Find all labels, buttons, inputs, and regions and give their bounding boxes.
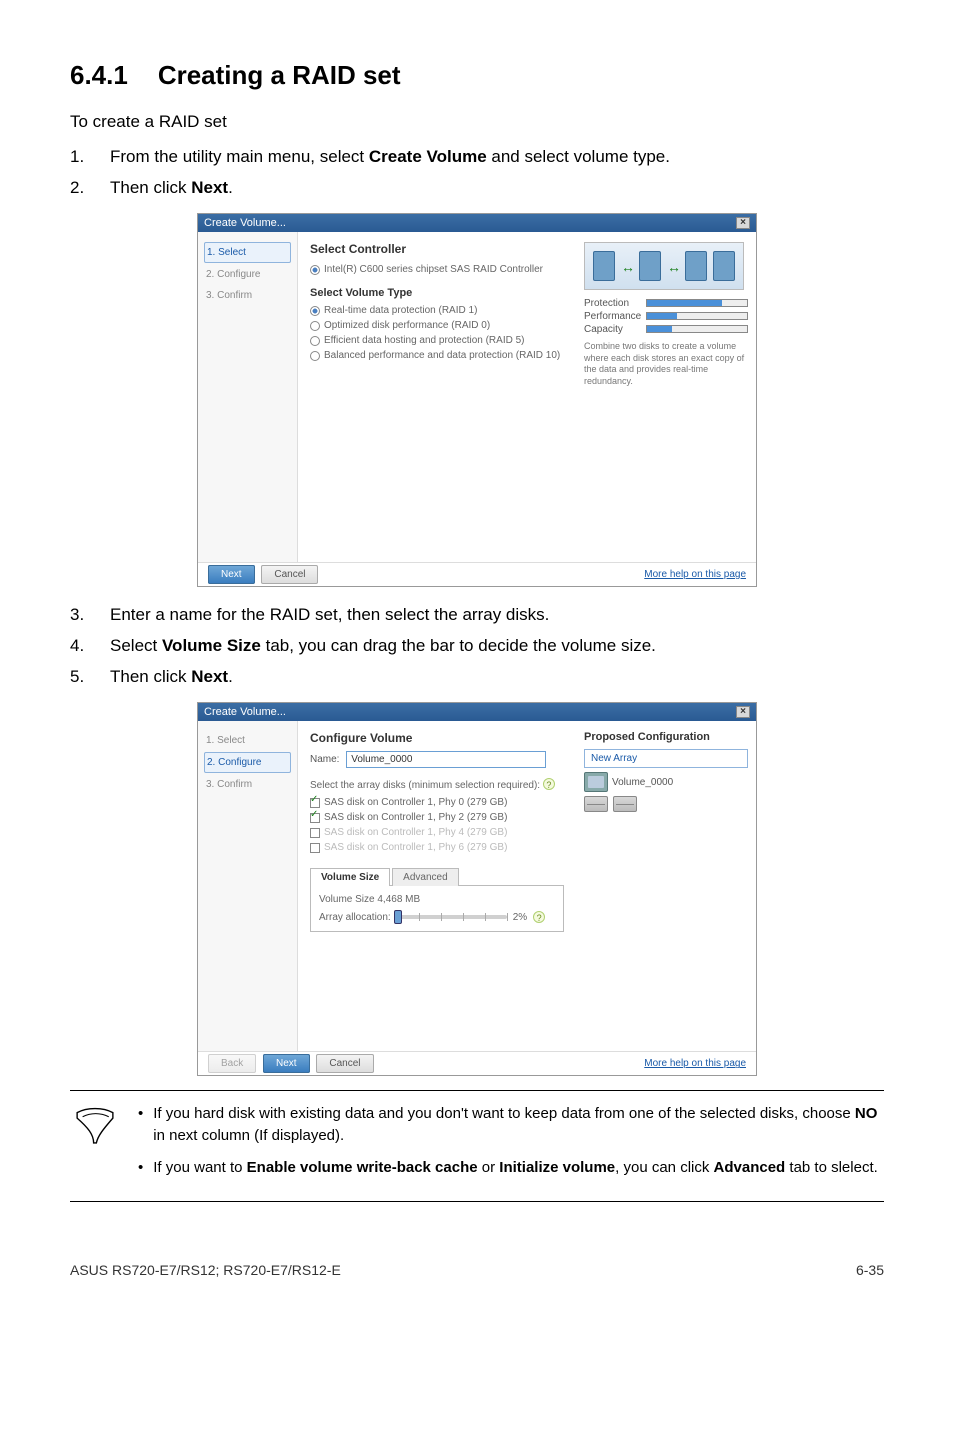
raid-graphic-icon: ↔ ↔ bbox=[584, 242, 744, 290]
wizard-step-configure[interactable]: 2. Configure bbox=[204, 752, 291, 773]
volume-type-note: Combine two disks to create a volume whe… bbox=[584, 341, 748, 388]
cancel-button[interactable]: Cancel bbox=[261, 565, 318, 584]
step-number: 2. bbox=[70, 174, 110, 201]
proposed-config-heading: Proposed Configuration bbox=[584, 731, 748, 743]
volume-name-input[interactable] bbox=[346, 751, 546, 768]
dialog-main: Configure Volume Name: Select the array … bbox=[298, 721, 576, 1051]
wizard-step-confirm: 3. Confirm bbox=[204, 775, 291, 794]
wizard-sidebar: 1. Select 2. Configure 3. Confirm bbox=[198, 721, 298, 1051]
note-list: If you hard disk with existing data and … bbox=[138, 1103, 884, 1188]
note-item: If you want to Enable volume write-back … bbox=[138, 1157, 884, 1179]
proposed-disks bbox=[584, 796, 748, 815]
tab-body: Volume Size 4,468 MB Array allocation: 2… bbox=[310, 886, 564, 932]
select-volume-type-heading: Select Volume Type bbox=[310, 287, 564, 299]
select-controller-heading: Select Controller bbox=[310, 242, 564, 256]
name-label: Name: bbox=[310, 754, 339, 765]
back-button[interactable]: Back bbox=[208, 1054, 256, 1073]
dialog-titlebar: Create Volume... × bbox=[198, 214, 756, 232]
volume-type-raid1[interactable]: Real-time data protection (RAID 1) bbox=[310, 303, 564, 318]
step-text: Then click Next. bbox=[110, 174, 884, 201]
steps-list-b: 3. Enter a name for the RAID set, then s… bbox=[70, 601, 884, 691]
select-disks-label: Select the array disks (minimum selectio… bbox=[310, 778, 564, 791]
configure-volume-heading: Configure Volume bbox=[310, 731, 564, 745]
step-item: 1. From the utility main menu, select Cr… bbox=[70, 143, 884, 170]
cancel-button[interactable]: Cancel bbox=[316, 1054, 373, 1073]
help-icon[interactable]: ? bbox=[533, 911, 545, 923]
next-button[interactable]: Next bbox=[208, 565, 255, 584]
dialog-right-column: ↔ ↔ Protection Performance Capacity Comb… bbox=[576, 232, 756, 562]
protection-meter: Protection bbox=[584, 298, 748, 309]
volume-type-raid0[interactable]: Optimized disk performance (RAID 0) bbox=[310, 318, 564, 333]
close-icon[interactable]: × bbox=[736, 706, 750, 718]
page-footer: ASUS RS720-E7/RS12; RS720-E7/RS12-E 6-35 bbox=[70, 1262, 884, 1278]
note-icon bbox=[70, 1103, 120, 1188]
config-tabs: Volume Size Advanced bbox=[310, 867, 564, 886]
next-button[interactable]: Next bbox=[263, 1054, 310, 1073]
disk-icon bbox=[584, 796, 608, 812]
disk-checkbox-6: SAS disk on Controller 1, Phy 6 (279 GB) bbox=[310, 840, 564, 855]
disk-icon bbox=[613, 796, 637, 812]
note-box: If you hard disk with existing data and … bbox=[70, 1090, 884, 1201]
close-icon[interactable]: × bbox=[736, 217, 750, 229]
wizard-step-select[interactable]: 1. Select bbox=[204, 242, 291, 263]
controller-radio[interactable]: Intel(R) C600 series chipset SAS RAID Co… bbox=[310, 262, 564, 277]
footer-right: 6-35 bbox=[856, 1262, 884, 1278]
dialog-titlebar: Create Volume... × bbox=[198, 703, 756, 721]
volume-icon bbox=[584, 772, 608, 792]
capacity-meter: Capacity bbox=[584, 324, 748, 335]
step-number: 1. bbox=[70, 143, 110, 170]
create-volume-dialog-2: Create Volume... × 1. Select 2. Configur… bbox=[197, 702, 757, 1076]
help-icon[interactable]: ? bbox=[543, 778, 555, 790]
more-help-link[interactable]: More help on this page bbox=[644, 569, 746, 580]
allocation-label: Array allocation: bbox=[319, 912, 391, 923]
wizard-step-configure: 2. Configure bbox=[204, 265, 291, 284]
dialog-title: Create Volume... bbox=[204, 217, 286, 229]
step-item: 2. Then click Next. bbox=[70, 174, 884, 201]
allocation-slider[interactable] bbox=[397, 915, 507, 919]
disk-checkbox-4: SAS disk on Controller 1, Phy 4 (279 GB) bbox=[310, 825, 564, 840]
step-item: 3. Enter a name for the RAID set, then s… bbox=[70, 601, 884, 628]
section-number: 6.4.1 bbox=[70, 60, 128, 91]
step-text: Then click Next. bbox=[110, 663, 884, 690]
dialog-footer: Next Cancel More help on this page bbox=[198, 562, 756, 586]
dialog-main: Select Controller Intel(R) C600 series c… bbox=[298, 232, 576, 562]
section-title: Creating a RAID set bbox=[158, 60, 401, 90]
volume-type-raid10[interactable]: Balanced performance and data protection… bbox=[310, 348, 564, 363]
volume-type-raid5[interactable]: Efficient data hosting and protection (R… bbox=[310, 333, 564, 348]
array-allocation-row: Array allocation: 2% ? bbox=[319, 911, 555, 923]
proposed-config-column: Proposed Configuration New Array Volume_… bbox=[576, 721, 756, 1051]
wizard-step-confirm: 3. Confirm bbox=[204, 286, 291, 305]
performance-meter: Performance bbox=[584, 311, 748, 322]
wizard-sidebar: 1. Select 2. Configure 3. Confirm bbox=[198, 232, 298, 562]
create-volume-dialog-1: Create Volume... × 1. Select 2. Configur… bbox=[197, 213, 757, 587]
more-help-link[interactable]: More help on this page bbox=[644, 1058, 746, 1069]
tab-volume-size[interactable]: Volume Size bbox=[310, 868, 390, 886]
step-text: From the utility main menu, select Creat… bbox=[110, 143, 884, 170]
section-heading: 6.4.1 Creating a RAID set bbox=[70, 60, 884, 91]
step-text: Enter a name for the RAID set, then sele… bbox=[110, 601, 884, 628]
note-item: If you hard disk with existing data and … bbox=[138, 1103, 884, 1147]
step-number: 3. bbox=[70, 601, 110, 628]
step-text: Select Volume Size tab, you can drag the… bbox=[110, 632, 884, 659]
proposed-volume: Volume_0000 bbox=[584, 772, 748, 792]
disk-checkbox-2[interactable]: SAS disk on Controller 1, Phy 2 (279 GB) bbox=[310, 810, 564, 825]
step-number: 4. bbox=[70, 632, 110, 659]
step-item: 5. Then click Next. bbox=[70, 663, 884, 690]
steps-list-a: 1. From the utility main menu, select Cr… bbox=[70, 143, 884, 201]
allocation-percent: 2% bbox=[513, 912, 527, 923]
dialog-title: Create Volume... bbox=[204, 706, 286, 718]
intro-text: To create a RAID set bbox=[70, 109, 884, 135]
step-item: 4. Select Volume Size tab, you can drag … bbox=[70, 632, 884, 659]
new-array-label: New Array bbox=[584, 749, 748, 768]
volume-size-value: Volume Size 4,468 MB bbox=[319, 894, 555, 905]
footer-left: ASUS RS720-E7/RS12; RS720-E7/RS12-E bbox=[70, 1262, 341, 1278]
dialog-footer: Back Next Cancel More help on this page bbox=[198, 1051, 756, 1075]
disk-checkbox-0[interactable]: SAS disk on Controller 1, Phy 0 (279 GB) bbox=[310, 795, 564, 810]
wizard-step-select[interactable]: 1. Select bbox=[204, 731, 291, 750]
step-number: 5. bbox=[70, 663, 110, 690]
tab-advanced[interactable]: Advanced bbox=[392, 868, 458, 886]
